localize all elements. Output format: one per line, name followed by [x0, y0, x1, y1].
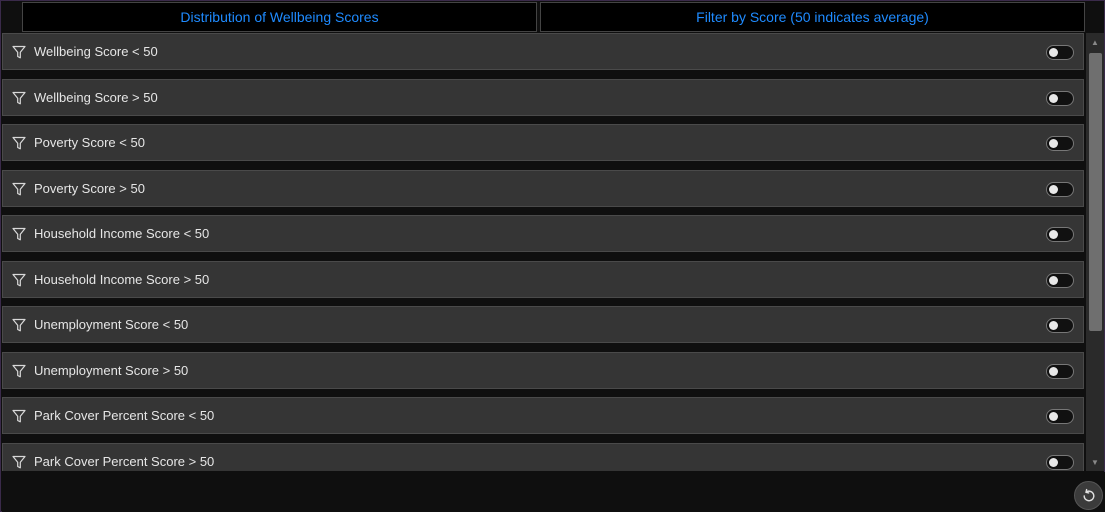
- filter-toggle[interactable]: [1046, 182, 1074, 197]
- toggle-knob: [1049, 139, 1058, 148]
- filter-toggle[interactable]: [1046, 409, 1074, 424]
- tab-bar: Distribution of Wellbeing Scores Filter …: [22, 2, 1085, 32]
- filter-label: Unemployment Score < 50: [34, 317, 189, 332]
- filter-label: Park Cover Percent Score < 50: [34, 408, 215, 423]
- tab-filter-by-score-label: Filter by Score (50 indicates average): [696, 9, 929, 25]
- app-frame: Distribution of Wellbeing Scores Filter …: [0, 0, 1105, 512]
- toggle-knob: [1049, 276, 1058, 285]
- filter-icon: [12, 182, 26, 195]
- filter-label: Park Cover Percent Score > 50: [34, 454, 215, 469]
- toggle-knob: [1049, 412, 1058, 421]
- toggle-knob: [1049, 321, 1058, 330]
- filter-toggle[interactable]: [1046, 318, 1074, 333]
- filter-row[interactable]: Household Income Score < 50: [2, 215, 1084, 252]
- filter-row[interactable]: Wellbeing Score > 50: [2, 79, 1084, 116]
- toggle-knob: [1049, 94, 1058, 103]
- scrollbar-thumb[interactable]: [1089, 53, 1102, 331]
- tab-distribution[interactable]: Distribution of Wellbeing Scores: [22, 2, 537, 32]
- filter-toggle[interactable]: [1046, 91, 1074, 106]
- scroll-down-arrow-icon[interactable]: ▼: [1086, 453, 1104, 471]
- toggle-knob: [1049, 185, 1058, 194]
- filter-label: Wellbeing Score > 50: [34, 90, 158, 105]
- reset-icon: [1083, 488, 1094, 501]
- footer-bar: [2, 472, 1105, 512]
- filter-icon: [12, 318, 26, 331]
- filter-toggle[interactable]: [1046, 273, 1074, 288]
- tab-filter-by-score[interactable]: Filter by Score (50 indicates average): [540, 2, 1085, 32]
- filter-icon: [12, 409, 26, 422]
- filter-toggle[interactable]: [1046, 455, 1074, 470]
- filter-row[interactable]: Unemployment Score > 50: [2, 352, 1084, 389]
- vertical-scrollbar[interactable]: ▲ ▼: [1086, 33, 1104, 471]
- filter-row[interactable]: Unemployment Score < 50: [2, 306, 1084, 343]
- filter-label: Household Income Score < 50: [34, 226, 210, 241]
- toggle-knob: [1049, 458, 1058, 467]
- toggle-knob: [1049, 230, 1058, 239]
- toggle-knob: [1049, 48, 1058, 57]
- filter-row[interactable]: Wellbeing Score < 50: [2, 33, 1084, 70]
- filter-icon: [12, 91, 26, 104]
- tab-distribution-label: Distribution of Wellbeing Scores: [180, 9, 379, 25]
- filter-toggle[interactable]: [1046, 364, 1074, 379]
- filter-toggle[interactable]: [1046, 227, 1074, 242]
- filter-row[interactable]: Park Cover Percent Score < 50: [2, 397, 1084, 434]
- filter-row[interactable]: Household Income Score > 50: [2, 261, 1084, 298]
- reset-button[interactable]: [1074, 481, 1103, 510]
- filter-icon: [12, 227, 26, 240]
- filter-label: Poverty Score > 50: [34, 181, 145, 196]
- filter-icon: [12, 455, 26, 468]
- filter-icon: [12, 273, 26, 286]
- filter-toggle[interactable]: [1046, 45, 1074, 60]
- filter-label: Household Income Score > 50: [34, 272, 210, 287]
- filter-toggle[interactable]: [1046, 136, 1074, 151]
- scroll-up-arrow-icon[interactable]: ▲: [1086, 33, 1104, 51]
- filter-label: Unemployment Score > 50: [34, 363, 189, 378]
- filter-icon: [12, 45, 26, 58]
- filter-icon: [12, 136, 26, 149]
- filter-label: Wellbeing Score < 50: [34, 44, 158, 59]
- filter-row[interactable]: Park Cover Percent Score > 50: [2, 443, 1084, 471]
- toggle-knob: [1049, 367, 1058, 376]
- filter-list: Wellbeing Score < 50 Wellbeing Score > 5…: [2, 33, 1085, 471]
- filter-row[interactable]: Poverty Score > 50: [2, 170, 1084, 207]
- filter-icon: [12, 364, 26, 377]
- filter-row[interactable]: Poverty Score < 50: [2, 124, 1084, 161]
- filter-label: Poverty Score < 50: [34, 135, 145, 150]
